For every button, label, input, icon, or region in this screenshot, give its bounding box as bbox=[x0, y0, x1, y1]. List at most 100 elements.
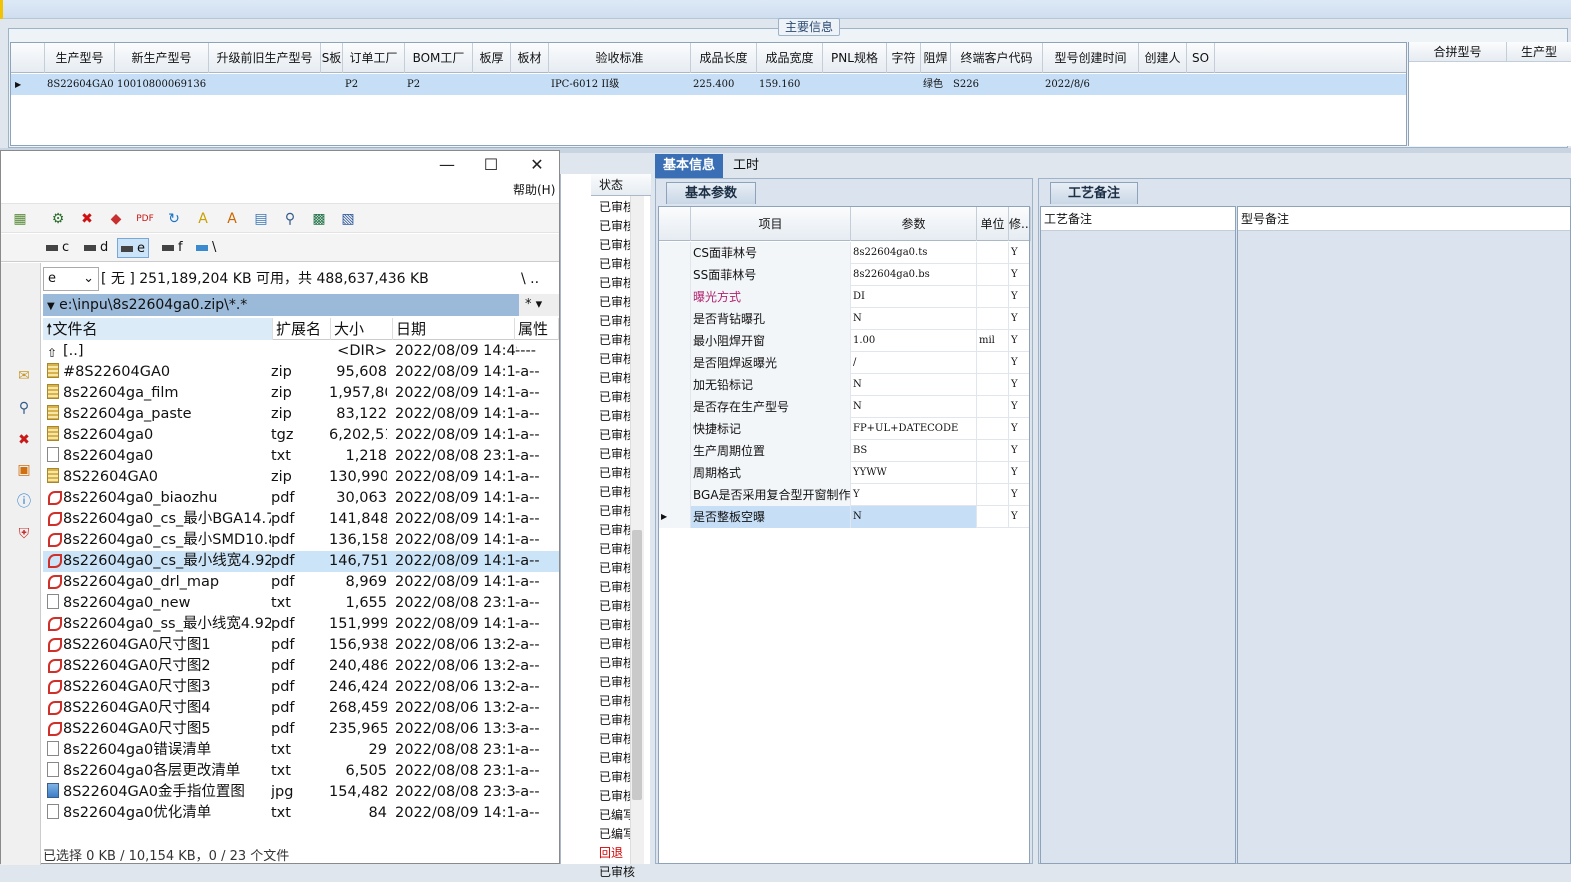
param-unit[interactable] bbox=[977, 418, 1009, 440]
drive-2[interactable]: e bbox=[117, 238, 149, 258]
col-header-1[interactable]: 新生产型号 bbox=[115, 43, 209, 73]
main-info-cell[interactable] bbox=[887, 74, 921, 95]
tab-1[interactable]: 工时 bbox=[725, 154, 767, 178]
file-name-cell[interactable]: 8s22604ga0_drl_map bbox=[43, 572, 271, 593]
param-value[interactable]: DI bbox=[851, 286, 977, 308]
file-row[interactable]: 8s22604ga0_ss_最小线宽4.920 pdf 151,999 2022/08… bbox=[43, 614, 559, 635]
view-icon[interactable]: ▤ bbox=[252, 210, 270, 228]
col-header-2[interactable]: 升级前旧生产型号 bbox=[209, 43, 321, 73]
network-tree-icon[interactable]: ⚲ bbox=[15, 399, 33, 417]
col-header-3[interactable]: S板 bbox=[321, 43, 343, 73]
param-modified[interactable]: Y bbox=[1009, 242, 1031, 264]
row-indicator[interactable] bbox=[659, 330, 691, 352]
close-button[interactable]: ✕ bbox=[515, 153, 559, 177]
row-indicator[interactable] bbox=[659, 462, 691, 484]
basic-params-grid[interactable]: 项目 参数 单位 修... CS面菲林号 8s22604ga0.ts Y SS面菲林号 8s2… bbox=[658, 206, 1031, 864]
file-row[interactable]: 8s22604ga0优化清单 txt 84 2022/08/09 14:13 -a-- bbox=[43, 803, 559, 824]
pack-icon[interactable]: ▦ bbox=[11, 210, 29, 228]
param-row[interactable]: 加无铅标记 N Y bbox=[659, 374, 1031, 396]
file-name-cell[interactable]: 8s22604ga_paste bbox=[43, 404, 271, 425]
main-info-cell[interactable] bbox=[473, 74, 511, 95]
file-name-cell[interactable]: 8s22604ga0 bbox=[43, 446, 271, 467]
text-a-icon[interactable]: A bbox=[194, 210, 212, 228]
tab-0[interactable]: 基本信息 bbox=[655, 154, 724, 178]
param-modified[interactable]: Y bbox=[1009, 396, 1031, 418]
file-name-cell[interactable]: 8S22604GA0尺寸图1 bbox=[43, 635, 271, 656]
combined-model-grid[interactable]: 合拼型号 生产型 bbox=[1408, 42, 1571, 146]
param-value[interactable]: Y bbox=[851, 484, 977, 506]
side-col-header-1[interactable]: 生产型 bbox=[1507, 42, 1571, 62]
file-name-cell[interactable]: 8s22604ga0_ss_最小线宽4.920 bbox=[43, 614, 271, 635]
file-name-cell[interactable]: 8s22604ga0 bbox=[43, 425, 271, 446]
word-icon[interactable]: ▧ bbox=[339, 210, 357, 228]
param-value[interactable]: 1.00 bbox=[851, 330, 977, 352]
param-row[interactable]: 生产周期位置 BS Y bbox=[659, 440, 1031, 462]
param-row[interactable]: 快捷标记 FP+UL+DATECODE Y bbox=[659, 418, 1031, 440]
param-row[interactable]: 最小阻焊开窗 1.00 mil Y bbox=[659, 330, 1031, 352]
file-name-cell[interactable]: 8s22604ga0_cs_最小BGA14.7.. bbox=[43, 509, 271, 530]
current-path[interactable]: ▼ e:\inpu\8s22604ga0.zip\*.* bbox=[43, 294, 519, 316]
main-info-row[interactable]: ▶ 8S22604GA0 10010800069136 P2 P2 IPC-6012 II… bbox=[11, 74, 1406, 95]
main-info-cell[interactable] bbox=[321, 74, 343, 95]
param-modified[interactable]: Y bbox=[1009, 330, 1031, 352]
col-header-7[interactable]: 板材 bbox=[511, 43, 549, 73]
param-unit[interactable] bbox=[977, 484, 1009, 506]
drive-3[interactable]: f bbox=[159, 238, 186, 258]
file-row[interactable]: 8s22604ga0_drl_map pdf 8,969 2022/08/09 14:… bbox=[43, 572, 559, 593]
param-value[interactable]: N bbox=[851, 396, 977, 418]
file-name-cell[interactable]: 8s22604ga_film bbox=[43, 383, 271, 404]
bp-col-1[interactable]: 参数 bbox=[851, 207, 977, 241]
menu-help[interactable]: 帮助(H) bbox=[513, 181, 555, 199]
col-header-13[interactable]: 阻焊 bbox=[921, 43, 951, 73]
param-value[interactable]: 8s22604ga0.bs bbox=[851, 264, 977, 286]
param-row[interactable]: SS面菲林号 8s22604ga0.bs Y bbox=[659, 264, 1031, 286]
row-indicator[interactable] bbox=[659, 396, 691, 418]
col-header-16[interactable]: 创建人 bbox=[1139, 43, 1187, 73]
drive-1[interactable]: d bbox=[81, 238, 111, 258]
delete-icon[interactable]: ✖ bbox=[78, 210, 96, 228]
drive-select[interactable]: e ⌄ bbox=[43, 267, 99, 291]
col-ext[interactable]: 扩展名 bbox=[273, 318, 331, 340]
param-value[interactable]: N bbox=[851, 374, 977, 396]
status-item[interactable]: 已审核 bbox=[599, 863, 635, 882]
col-header-15[interactable]: 型号创建时间 bbox=[1043, 43, 1139, 73]
craft-notes-area[interactable]: 工艺备注 bbox=[1040, 206, 1236, 864]
param-row[interactable]: 是否阻焊返曝光 / Y bbox=[659, 352, 1031, 374]
file-name-cell[interactable]: 8s22604ga0优化清单 bbox=[43, 803, 271, 824]
col-header-6[interactable]: 板厚 bbox=[473, 43, 511, 73]
basic-params-title[interactable]: 基本参数 bbox=[666, 182, 756, 204]
status-header[interactable]: 状态 bbox=[591, 174, 651, 196]
param-value[interactable]: / bbox=[851, 352, 977, 374]
image-icon[interactable]: ▣ bbox=[15, 461, 33, 479]
param-value[interactable]: N bbox=[851, 506, 977, 528]
file-row[interactable]: 8s22604ga0各层更改清单 txt 6,505 2022/08/08 23:13… bbox=[43, 761, 559, 782]
pdf-icon[interactable]: PDF bbox=[136, 210, 154, 228]
main-info-cell[interactable] bbox=[209, 74, 321, 95]
file-row[interactable]: 8S22604GA0尺寸图3 pdf 246,424 2022/08/06 13:26… bbox=[43, 677, 559, 698]
col-header-8[interactable]: 验收标准 bbox=[549, 43, 691, 73]
col-size[interactable]: 大小 bbox=[331, 318, 393, 340]
param-row[interactable]: 是否存在生产型号 N Y bbox=[659, 396, 1031, 418]
param-unit[interactable] bbox=[977, 462, 1009, 484]
param-row[interactable]: 周期格式 YYWW Y bbox=[659, 462, 1031, 484]
param-unit[interactable] bbox=[977, 308, 1009, 330]
param-row[interactable]: BGA是否采用复合型开窗制作 Y Y bbox=[659, 484, 1031, 506]
col-header-12[interactable]: 字符 bbox=[887, 43, 921, 73]
path-filter[interactable]: * ▾ bbox=[519, 294, 559, 316]
main-info-cell[interactable] bbox=[1139, 74, 1187, 95]
main-info-cell[interactable]: 225.400 bbox=[691, 74, 757, 95]
file-row[interactable]: 8s22604ga0_cs_最小SMD10.8.. pdf 136,158 2022/… bbox=[43, 530, 559, 551]
param-modified[interactable]: Y bbox=[1009, 286, 1031, 308]
file-name-cell[interactable]: 8S22604GA0尺寸图3 bbox=[43, 677, 271, 698]
file-name-cell[interactable]: 8S22604GA0金手指位置图 bbox=[43, 782, 271, 803]
font-icon[interactable]: A bbox=[223, 210, 241, 228]
file-list[interactable]: ⇧ [..] <DIR> 2022/08/09 14:49 ---- #8S22604GA… bbox=[43, 341, 559, 831]
param-modified[interactable]: Y bbox=[1009, 264, 1031, 286]
row-indicator[interactable] bbox=[659, 264, 691, 286]
col-header-17[interactable]: SO bbox=[1187, 43, 1215, 73]
file-row[interactable]: 8S22604GA0金手指位置图 jpg 154,482 2022/08/08 23:… bbox=[43, 782, 559, 803]
file-row[interactable]: 8s22604ga_film zip 1,957,809 2022/08/09 14:… bbox=[43, 383, 559, 404]
file-row[interactable]: 8s22604ga0_cs_最小BGA14.7.. pdf 141,848 2022/… bbox=[43, 509, 559, 530]
side-col-header-0[interactable]: 合拼型号 bbox=[1409, 42, 1507, 62]
param-unit[interactable] bbox=[977, 374, 1009, 396]
